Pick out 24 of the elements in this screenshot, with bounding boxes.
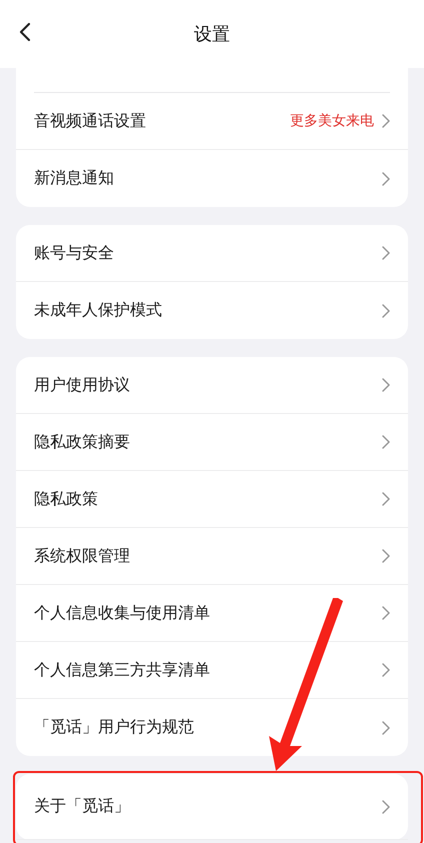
settings-item[interactable]: 新消息通知 bbox=[16, 150, 408, 207]
chevron-icon bbox=[382, 435, 390, 449]
page-title: 设置 bbox=[194, 23, 230, 46]
settings-item[interactable]: 隐私政策 bbox=[16, 471, 408, 528]
settings-item[interactable]: 用户使用协议 bbox=[16, 357, 408, 414]
chevron-icon bbox=[382, 304, 390, 318]
back-icon[interactable] bbox=[19, 22, 31, 42]
chevron-icon bbox=[382, 800, 390, 814]
settings-item[interactable]: 音视频通话设置 更多美女来电 bbox=[16, 93, 408, 150]
settings-item[interactable]: 未成年人保护模式 bbox=[16, 282, 408, 339]
chevron-icon bbox=[382, 114, 390, 128]
chevron-icon bbox=[382, 172, 390, 186]
chevron-icon bbox=[382, 549, 390, 563]
settings-item[interactable]: 「觅话」用户行为规范 bbox=[16, 699, 408, 756]
chevron-icon bbox=[382, 606, 390, 620]
chevron-icon bbox=[382, 492, 390, 506]
settings-item[interactable]: 关于「觅话」 bbox=[16, 774, 408, 840]
settings-item[interactable]: 账号与安全 bbox=[16, 225, 408, 282]
chevron-icon bbox=[382, 378, 390, 392]
chevron-icon bbox=[382, 246, 390, 260]
settings-item[interactable]: 系统权限管理 bbox=[16, 528, 408, 585]
settings-item[interactable]: 隐私政策摘要 bbox=[16, 414, 408, 471]
chevron-icon bbox=[382, 663, 390, 677]
chevron-icon bbox=[382, 720, 390, 734]
